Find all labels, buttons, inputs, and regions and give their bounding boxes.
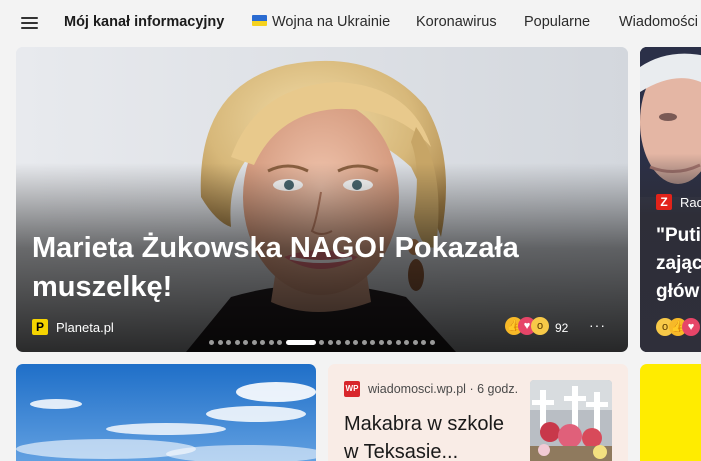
carousel-dot[interactable] bbox=[251, 340, 257, 345]
carousel-dot[interactable] bbox=[243, 340, 249, 345]
hero-source-name[interactable]: Planeta.pl bbox=[56, 320, 114, 335]
news-age: 6 godz. bbox=[477, 382, 519, 396]
carousel-dot[interactable] bbox=[404, 340, 410, 345]
carousel-dot[interactable] bbox=[277, 340, 283, 345]
tab-koronawirus[interactable]: Koronawirus bbox=[416, 14, 497, 30]
sky-image-card[interactable] bbox=[16, 364, 316, 461]
carousel-dot[interactable] bbox=[370, 340, 376, 345]
carousel-dot[interactable] bbox=[421, 340, 427, 345]
hamburger-menu-icon[interactable] bbox=[21, 16, 39, 30]
carousel-dot[interactable] bbox=[217, 340, 223, 345]
tab-wiadomosci[interactable]: Wiadomości bbox=[619, 14, 698, 30]
peek-headline-line: zając bbox=[656, 253, 701, 274]
carousel-dot[interactable] bbox=[378, 340, 384, 345]
carousel-dot[interactable] bbox=[353, 340, 359, 345]
next-article-card[interactable]: Z Rad "Puti zając głów o 👍 ♥ bbox=[640, 47, 701, 352]
carousel-dot[interactable] bbox=[344, 340, 350, 345]
top-navigation: Mój kanał informacyjny Wojna na Ukrainie… bbox=[0, 0, 701, 44]
hero-headline[interactable]: Marieta Żukowska NAGO! Pokazała muszelkę… bbox=[32, 229, 552, 307]
carousel-dot[interactable] bbox=[327, 340, 333, 345]
reaction-count: 92 bbox=[555, 321, 569, 335]
news-source-name: wiadomosci.wp.pl bbox=[368, 382, 466, 396]
radio-zet-logo-icon: Z bbox=[656, 194, 672, 210]
tab-popularne[interactable]: Popularne bbox=[524, 14, 590, 30]
more-options-button[interactable]: ··· bbox=[589, 317, 606, 333]
planeta-logo-icon: P bbox=[32, 319, 48, 335]
peek-source-name[interactable]: Rad bbox=[680, 195, 701, 210]
carousel-dot[interactable] bbox=[260, 340, 266, 345]
heart-icon: ♥ bbox=[682, 318, 700, 336]
ukraine-flag-icon bbox=[252, 15, 267, 26]
peek-headline-line: głów bbox=[656, 281, 700, 302]
carousel-dot[interactable] bbox=[268, 340, 274, 345]
peek-headline[interactable]: "Puti zając głów bbox=[656, 222, 701, 306]
carousel-dot[interactable] bbox=[395, 340, 401, 345]
feed-title[interactable]: Mój kanał informacyjny bbox=[64, 14, 224, 30]
carousel-indicator bbox=[16, 339, 628, 347]
wp-logo-icon: WP bbox=[344, 381, 360, 397]
carousel-dot[interactable] bbox=[361, 340, 367, 345]
hero-article-card[interactable]: Marieta Żukowska NAGO! Pokazała muszelkę… bbox=[16, 47, 628, 352]
news-headline[interactable]: Makabra w szkole w Teksasie... bbox=[344, 410, 524, 461]
carousel-dot[interactable] bbox=[429, 340, 435, 345]
carousel-dot[interactable] bbox=[412, 340, 418, 345]
peek-headline-line: "Puti bbox=[656, 225, 701, 246]
tab-wojna-na-ukrainie[interactable]: Wojna na Ukrainie bbox=[272, 14, 390, 30]
carousel-dot[interactable] bbox=[336, 340, 342, 345]
carousel-dot[interactable] bbox=[226, 340, 232, 345]
carousel-dot-active[interactable] bbox=[285, 340, 316, 345]
carousel-dot[interactable] bbox=[209, 340, 215, 345]
news-article-card[interactable]: WP wiadomosci.wp.pl · 6 godz. Makabra w … bbox=[328, 364, 628, 461]
wow-icon: o bbox=[531, 317, 549, 335]
news-thumbnail bbox=[530, 380, 612, 461]
news-source-meta[interactable]: wiadomosci.wp.pl · 6 godz. bbox=[368, 382, 518, 396]
carousel-dot[interactable] bbox=[234, 340, 240, 345]
carousel-dot[interactable] bbox=[387, 340, 393, 345]
partial-yellow-card[interactable] bbox=[640, 364, 701, 461]
carousel-dot[interactable] bbox=[319, 340, 325, 345]
sky-photo bbox=[16, 364, 316, 461]
